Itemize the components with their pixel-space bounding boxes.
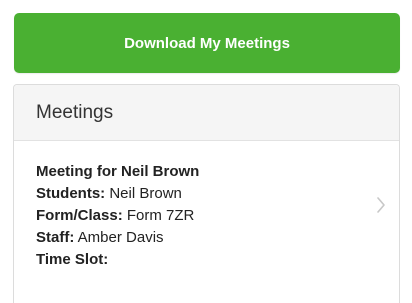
form-class-label: Form/Class: xyxy=(36,207,123,224)
meeting-title: Meeting for Neil Brown xyxy=(36,163,200,180)
meeting-list-item[interactable]: Meeting for Neil Brown Students: Neil Br… xyxy=(14,141,399,301)
staff-value: Amber Davis xyxy=(77,229,164,246)
download-my-meetings-button[interactable]: Download My Meetings xyxy=(14,13,400,73)
time-slot-row: Time Slot: xyxy=(36,249,377,271)
form-class-value: Form 7ZR xyxy=(126,207,195,224)
meetings-panel-title: Meetings xyxy=(14,85,399,141)
chevron-right-icon xyxy=(377,197,385,213)
staff-row: Staff: Amber Davis xyxy=(36,227,377,249)
students-row: Students: Neil Brown xyxy=(36,183,377,205)
meetings-panel: Meetings Meeting for Neil Brown Students… xyxy=(13,84,400,303)
form-class-row: Form/Class: Form 7ZR xyxy=(36,205,377,227)
students-value: Neil Brown xyxy=(109,185,182,202)
time-slot-label: Time Slot: xyxy=(36,251,109,268)
students-label: Students: xyxy=(36,185,106,202)
staff-label: Staff: xyxy=(36,229,75,246)
